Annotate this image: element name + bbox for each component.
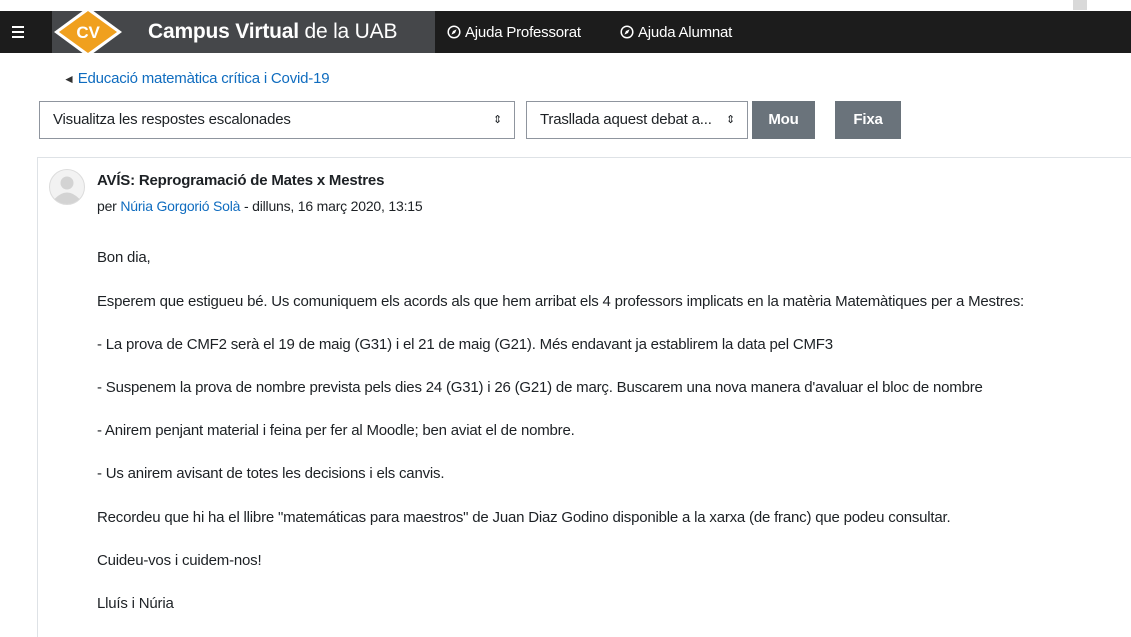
back-arrow-icon: ◄: [63, 72, 75, 86]
post-paragraph: Lluís i Núria: [97, 595, 174, 612]
help-teachers-link[interactable]: Ajuda Professorat: [447, 24, 581, 41]
menu-icon[interactable]: [10, 21, 32, 43]
post-paragraph: Recordeu que hi ha el llibre "matemática…: [97, 509, 951, 526]
post-subject: AVÍS: Reprogramació de Mates x Mestres: [97, 172, 385, 189]
post-paragraph: Esperem que estigueu bé. Us comuniquem e…: [97, 293, 1025, 310]
post-paragraph: - Suspenem la prova de nombre prevista p…: [97, 379, 983, 396]
compass-icon: [620, 25, 634, 39]
uab-logo[interactable]: CV: [46, 5, 130, 59]
post-byline: per Núria Gorgorió Solà - dilluns, 16 ma…: [97, 198, 423, 214]
author-link[interactable]: Núria Gorgorió Solà: [120, 198, 240, 214]
sort-caret-icon: ⇕: [725, 114, 735, 126]
svg-text:CV: CV: [76, 23, 100, 42]
compass-icon: [447, 25, 461, 39]
move-button[interactable]: Mou: [752, 101, 815, 139]
pin-button[interactable]: Fixa: [835, 101, 901, 139]
site-title[interactable]: Campus Virtual de la UAB: [148, 20, 397, 44]
help-students-link[interactable]: Ajuda Alumnat: [620, 24, 732, 41]
top-navbar: CV Campus Virtual de la UAB Ajuda Profes…: [0, 7, 1131, 57]
back-to-forum-link[interactable]: ◄ Educació matemàtica crítica i Covid-19: [63, 70, 330, 87]
post-paragraph: Bon dia,: [97, 249, 151, 266]
user-avatar-icon[interactable]: [49, 169, 85, 205]
window-edge-mark: [1073, 0, 1087, 10]
post-paragraph: - Anirem penjant material i feina per fe…: [97, 422, 575, 439]
post-paragraph: Cuideu-vos i cuidem-nos!: [97, 552, 262, 569]
post-paragraph: - La prova de CMF2 serà el 19 de maig (G…: [97, 336, 833, 353]
move-discussion-select[interactable]: Trasllada aquest debat a... ⇕: [526, 101, 748, 139]
post-paragraph: - Us anirem avisant de totes les decisio…: [97, 465, 445, 482]
display-mode-select[interactable]: Visualitza les respostes escalonades ⇕: [39, 101, 515, 139]
sort-caret-icon: ⇕: [492, 114, 502, 126]
